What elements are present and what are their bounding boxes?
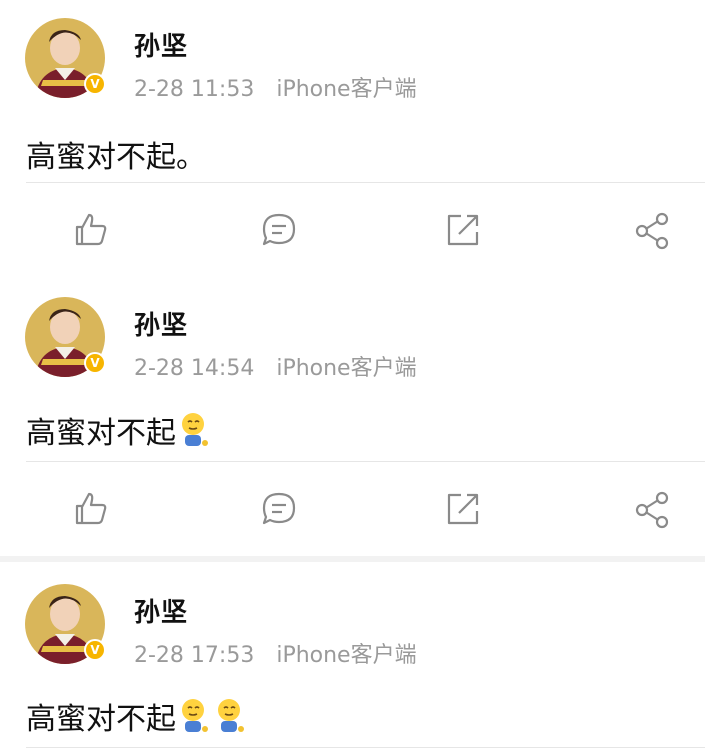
author-name[interactable]: 孙坚 [134,26,188,63]
action-bar [0,210,705,250]
sorry-emoji-icon [218,699,244,732]
like-icon[interactable] [71,489,111,529]
author-name[interactable]: 孙坚 [134,305,188,342]
sorry-emoji-icon [182,413,208,446]
post-source: iPhone客户端 [276,356,417,381]
post-time: 2-28 17:53 [134,643,255,668]
verified-badge-icon: V [84,73,106,95]
feed-separator [0,556,705,562]
post-text-body: 高蜜对不起。 [26,140,206,175]
post-time: 2-28 11:53 [134,77,255,102]
repost-icon[interactable] [443,489,483,529]
share-icon[interactable] [633,489,673,529]
action-bar [0,489,705,529]
author-name[interactable]: 孙坚 [134,592,188,629]
post-meta: 2-28 17:53 iPhone客户端 [134,637,417,669]
comment-icon[interactable] [259,210,299,250]
sorry-emoji-icon [182,699,208,732]
share-icon[interactable] [633,210,673,250]
repost-icon[interactable] [443,210,483,250]
post-meta: 2-28 14:54 iPhone客户端 [134,350,417,382]
post-source: iPhone客户端 [276,77,417,102]
divider [26,461,705,462]
post-text-body: 高蜜对不起 [26,702,176,737]
post-text[interactable]: 高蜜对不起。 [26,132,206,176]
divider [26,747,705,748]
verified-badge-icon: V [84,639,106,661]
post-text[interactable]: 高蜜对不起 [26,694,248,738]
like-icon[interactable] [71,210,111,250]
post-text-body: 高蜜对不起 [26,416,176,451]
post-meta: 2-28 11:53 iPhone客户端 [134,71,417,103]
post-text[interactable]: 高蜜对不起 [26,408,212,452]
verified-badge-icon: V [84,352,106,374]
post-source: iPhone客户端 [276,643,417,668]
divider [26,182,705,183]
comment-icon[interactable] [259,489,299,529]
post-time: 2-28 14:54 [134,356,255,381]
